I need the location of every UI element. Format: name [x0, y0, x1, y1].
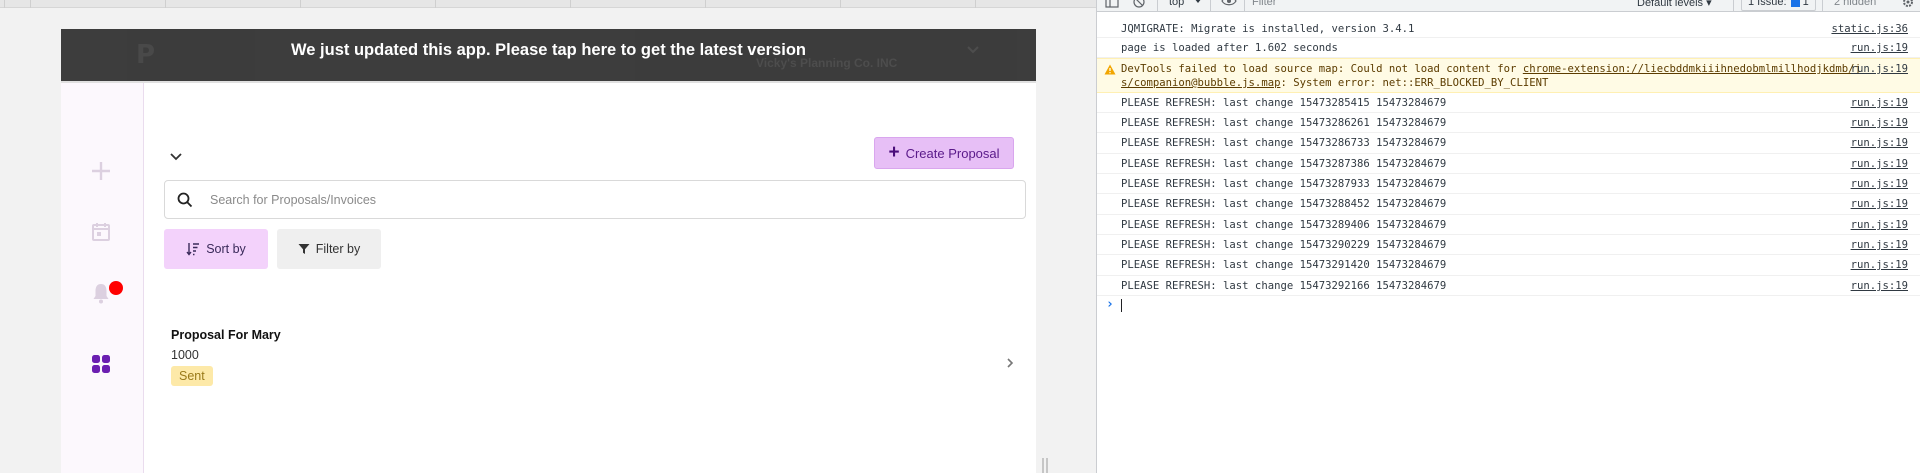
filter-icon	[298, 244, 310, 254]
hidden-count: 2 hidden	[1834, 0, 1877, 8]
create-proposal-button[interactable]: + Create Proposal	[874, 137, 1014, 169]
sort-label: Sort by	[206, 242, 246, 256]
console-warning-text: DevTools failed to load source map: Coul…	[1121, 62, 1861, 90]
resize-handle-icon[interactable]	[1041, 456, 1049, 473]
console-source-link[interactable]: run.js:19	[1851, 280, 1908, 292]
console-message: PLEASE REFRESH: last change 15473289406 …	[1097, 215, 1920, 235]
console-source-link[interactable]: run.js:19	[1851, 259, 1908, 271]
filter-button[interactable]: Filter by	[277, 229, 381, 269]
plus-icon: +	[888, 142, 900, 163]
console-message-text: PLEASE REFRESH: last change 15473286261 …	[1121, 117, 1447, 129]
proposal-amount: 1000	[171, 348, 199, 362]
console-source-link[interactable]: run.js:19	[1851, 158, 1908, 170]
prompt-chevron-icon: ›	[1106, 297, 1114, 312]
console-message: PLEASE REFRESH: last change 15473291420 …	[1097, 255, 1920, 276]
console-message: PLEASE REFRESH: last change 15473287386 …	[1097, 154, 1920, 174]
chevron-down-icon[interactable]	[168, 149, 184, 165]
console-message: PLEASE REFRESH: last change 15473290229 …	[1097, 235, 1920, 255]
console-source-link[interactable]: run.js:19	[1851, 117, 1908, 129]
console-message: PLEASE REFRESH: last change 15473286261 …	[1097, 113, 1920, 133]
issues-button[interactable]: 1 Issue: 1	[1741, 0, 1816, 11]
console-message: page is loaded after 1.602 seconds run.j…	[1097, 38, 1920, 58]
console-message-text: PLEASE REFRESH: last change 15473290229 …	[1121, 239, 1447, 251]
proposal-list-item[interactable]: Proposal For Mary 1000 Sent	[164, 323, 1026, 413]
source-map-link[interactable]: s/companion@bubble.js.map	[1121, 77, 1280, 89]
proposal-title: Proposal For Mary	[171, 328, 281, 342]
filter-label: Filter by	[315, 242, 361, 256]
console-message: PLEASE REFRESH: last change 15473286733 …	[1097, 133, 1920, 154]
console-source-link[interactable]: run.js:19	[1851, 239, 1908, 251]
search-input[interactable]	[210, 189, 1010, 211]
app-frame: P Vicky's Planning Co. INC We just updat…	[61, 29, 1036, 473]
sort-icon	[186, 243, 200, 256]
devtools-console: top Filter Default levels ▾ 1 Issue: 1 2…	[1097, 0, 1920, 473]
console-source-link[interactable]: run.js:19	[1851, 42, 1908, 54]
console-message-text: JQMIGRATE: Migrate is installed, version…	[1121, 23, 1415, 35]
issues-count: 1	[1802, 0, 1809, 8]
console-source-link[interactable]: run.js:19	[1851, 97, 1908, 109]
sort-button[interactable]: Sort by	[164, 229, 268, 269]
console-warning: DevTools failed to load source map: Coul…	[1097, 58, 1920, 93]
dashboard-icon[interactable]	[88, 351, 114, 377]
console-source-link[interactable]: static.js:36	[1831, 23, 1908, 35]
caret-down-icon	[1195, 0, 1201, 3]
console-toolbar: top Filter Default levels ▾ 1 Issue: 1 2…	[1097, 0, 1920, 12]
log-levels-label: Default levels	[1637, 0, 1704, 9]
console-message-text: page is loaded after 1.602 seconds	[1121, 42, 1338, 54]
eye-icon[interactable]	[1221, 0, 1237, 8]
console-message-text: PLEASE REFRESH: last change 15473289406 …	[1121, 219, 1447, 231]
warning-prefix: DevTools failed to load source map: Coul…	[1121, 63, 1523, 75]
caret-down-icon: ▾	[1706, 0, 1712, 9]
console-message-text: PLEASE REFRESH: last change 15473287386 …	[1121, 158, 1447, 170]
console-source-link[interactable]: run.js:19	[1851, 137, 1908, 149]
console-message-text: PLEASE REFRESH: last change 15473286733 …	[1121, 137, 1447, 149]
console-source-link[interactable]: run.js:19	[1851, 198, 1908, 210]
plus-icon[interactable]	[88, 158, 114, 184]
search-bar	[164, 180, 1026, 219]
console-message: PLEASE REFRESH: last change 15473287933 …	[1097, 174, 1920, 194]
console-message-text: PLEASE REFRESH: last change 15473288452 …	[1121, 198, 1447, 210]
screen: P Vicky's Planning Co. INC We just updat…	[0, 0, 1920, 473]
clear-console-icon[interactable]	[1133, 0, 1145, 9]
console-message-text: PLEASE REFRESH: last change 15473285415 …	[1121, 97, 1447, 109]
create-proposal-label: Create Proposal	[905, 145, 1000, 161]
console-message-text: PLEASE REFRESH: last change 15473292166 …	[1121, 280, 1447, 292]
context-selector[interactable]: top	[1169, 0, 1184, 8]
console-source-link[interactable]: run.js:19	[1851, 178, 1908, 190]
text-cursor	[1121, 299, 1122, 312]
flag-icon	[1790, 0, 1800, 7]
sidebar-toggle-icon[interactable]	[1105, 0, 1119, 9]
console-message: JQMIGRATE: Migrate is installed, version…	[1097, 19, 1920, 38]
console-message: PLEASE REFRESH: last change 15473288452 …	[1097, 194, 1920, 215]
console-message: PLEASE REFRESH: last change 15473292166 …	[1097, 276, 1920, 296]
issues-label: 1 Issue:	[1748, 0, 1787, 8]
source-map-link[interactable]: chrome-extension://liecbddmkiiihnedobmlm…	[1523, 63, 1861, 75]
status-badge: Sent	[171, 366, 213, 386]
console-message-text: PLEASE REFRESH: last change 15473287933 …	[1121, 178, 1447, 190]
console-source-link[interactable]: run.js:19	[1851, 219, 1908, 231]
console-filter-input[interactable]: Filter	[1252, 0, 1276, 8]
browser-top-strip	[0, 0, 1096, 8]
calendar-icon[interactable]	[88, 219, 114, 245]
update-banner[interactable]: We just updated this app. Please tap her…	[61, 29, 1036, 81]
console-prompt[interactable]: ›	[1097, 296, 1920, 314]
gear-icon[interactable]	[1902, 0, 1914, 9]
console-message-text: PLEASE REFRESH: last change 15473291420 …	[1121, 259, 1447, 271]
main-content: + Create Proposal Sort by	[144, 83, 1036, 473]
notifications-button[interactable]	[88, 280, 128, 310]
app-viewport: P Vicky's Planning Co. INC We just updat…	[0, 0, 1096, 473]
warning-suffix: : System error: net::ERR_BLOCKED_BY_CLIE…	[1280, 77, 1549, 89]
chevron-right-icon	[1007, 358, 1014, 368]
search-icon	[177, 192, 193, 208]
notification-dot-icon	[109, 281, 123, 295]
sidebar	[61, 83, 144, 473]
warning-icon	[1104, 64, 1116, 75]
console-message: PLEASE REFRESH: last change 15473285415 …	[1097, 93, 1920, 113]
console-source-link[interactable]: run.js:19	[1851, 63, 1908, 75]
log-levels-dropdown[interactable]: Default levels ▾	[1637, 0, 1712, 9]
